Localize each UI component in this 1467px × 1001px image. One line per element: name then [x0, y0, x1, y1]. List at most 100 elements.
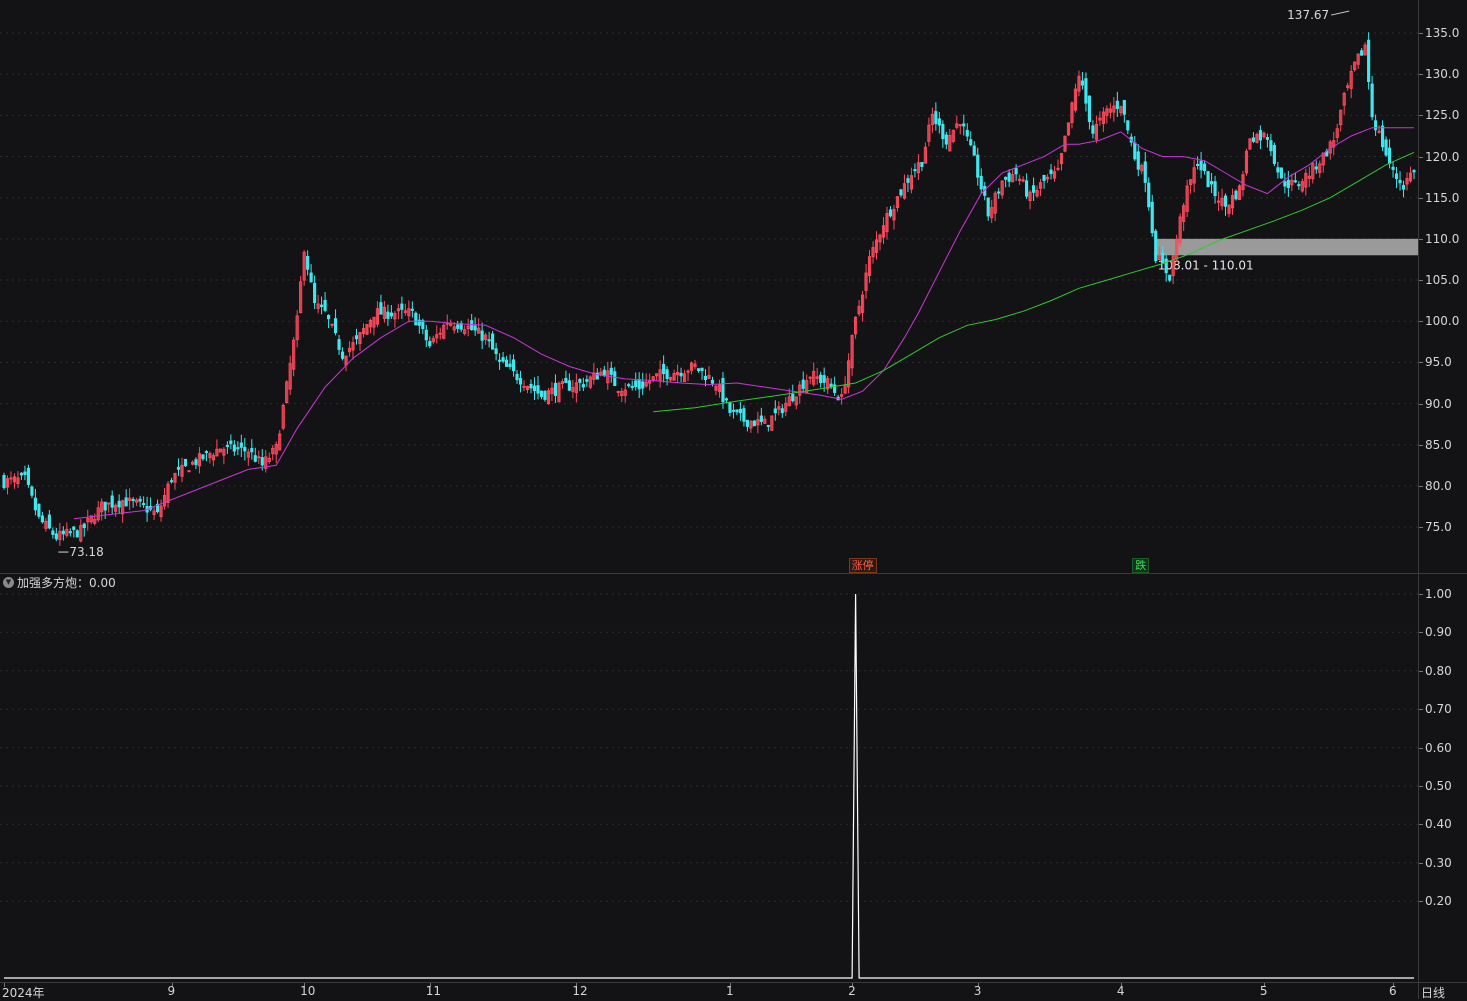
down-badge[interactable]: 跌: [1132, 558, 1150, 573]
down-candle: [354, 335, 359, 340]
up-candle: [616, 390, 620, 393]
down-candle: [518, 378, 523, 385]
down-candle: [728, 402, 732, 413]
candlestick-chart[interactable]: 108.01 - 110.01 137.67 73.18: [0, 0, 1418, 573]
down-candle: [829, 383, 833, 388]
down-candle: [225, 444, 229, 447]
limit-up-badge[interactable]: 涨停: [848, 558, 877, 573]
down-candle: [1203, 163, 1207, 172]
indicator-axis-label: 1.00: [1425, 587, 1452, 601]
down-candle: [138, 498, 142, 502]
down-candle: [333, 318, 338, 334]
down-candle: [72, 526, 76, 530]
down-candle: [766, 424, 770, 427]
down-candle: [1381, 125, 1385, 148]
indicator-axis-label: 0.40: [1425, 817, 1452, 832]
down-candle: [972, 145, 976, 156]
down-candle: [470, 320, 474, 331]
price-axis-label: 130.0: [1425, 67, 1460, 82]
down-candle: [103, 501, 107, 511]
indicator-tick: [1419, 632, 1423, 634]
up-candle: [1377, 130, 1381, 133]
indicator-tick: [1419, 670, 1423, 672]
down-candle: [738, 408, 742, 414]
time-axis-label: 2024年: [2, 986, 45, 1000]
down-candle: [1136, 151, 1140, 170]
ma-short-line: [73, 127, 1414, 520]
period-label[interactable]: 日线: [1421, 984, 1445, 1001]
down-candle: [1398, 179, 1402, 184]
down-candle: [480, 330, 484, 341]
time-axis-label: 6: [1389, 984, 1397, 998]
down-candle: [1265, 137, 1269, 140]
indicator-tick: [1419, 594, 1423, 595]
down-candle: [1007, 172, 1011, 182]
down-candle: [1025, 180, 1029, 197]
indicator-axis-label: 0.60: [1425, 740, 1452, 755]
indicator-axis-label: 0.30: [1425, 855, 1452, 870]
down-candle: [337, 339, 341, 350]
down-candle: [204, 451, 209, 454]
price-tick: [1419, 197, 1423, 199]
down-candle: [703, 375, 708, 381]
down-candle: [578, 379, 582, 383]
down-candle: [1286, 179, 1290, 188]
down-candle: [602, 369, 606, 377]
down-candle: [965, 129, 969, 137]
down-candle: [1031, 185, 1036, 193]
up-candle: [522, 385, 526, 388]
down-candle: [1251, 137, 1256, 142]
price-tick: [1419, 238, 1423, 240]
down-candle: [773, 408, 777, 414]
down-candle: [309, 272, 313, 283]
time-axis-label: 12: [572, 984, 588, 998]
down-candle: [1091, 125, 1095, 134]
down-candle: [253, 455, 257, 462]
down-candle: [1168, 274, 1172, 281]
up-candle: [257, 456, 261, 459]
indicator-axis-label: 0.80: [1425, 663, 1452, 678]
down-candle: [564, 377, 568, 384]
chevron-down-icon[interactable]: ▼: [3, 577, 14, 588]
down-candle: [759, 415, 763, 423]
down-candle: [1374, 120, 1378, 131]
down-candle: [1126, 120, 1130, 131]
down-candle: [979, 175, 983, 190]
indicator-chart[interactable]: [0, 574, 1418, 982]
down-candle: [627, 384, 631, 387]
down-candle: [1314, 166, 1318, 170]
down-candle: [1272, 145, 1276, 164]
down-candle: [934, 111, 938, 125]
price-axis[interactable]: 135.0 130.0 125.0 120.0 115.0 110.0 105.0 100.0…: [1419, 0, 1467, 573]
price-tick: [1419, 321, 1423, 323]
down-candle: [117, 500, 121, 508]
price-tick: [1419, 74, 1423, 76]
down-candle: [637, 378, 641, 390]
down-candle: [487, 339, 491, 342]
down-candle: [543, 390, 547, 400]
down-candle: [1080, 80, 1085, 86]
down-candle: [456, 324, 460, 329]
price-tick: [1419, 33, 1423, 35]
indicator-tick: [1419, 709, 1423, 711]
down-candle: [553, 382, 558, 396]
down-candle: [679, 372, 683, 377]
down-candle: [1394, 173, 1399, 179]
down-candle: [913, 169, 917, 172]
price-axis-label: 110.0: [1425, 231, 1460, 246]
indicator-gridlines: [0, 593, 1418, 902]
down-candle: [944, 134, 948, 145]
candles: [2, 32, 1416, 546]
down-candle: [1164, 258, 1168, 274]
down-candle: [1199, 160, 1203, 171]
down-candle: [581, 384, 585, 388]
indicator-title[interactable]: ▼ 加强多方炮：0.00: [3, 574, 116, 591]
price-axis-label: 95.0: [1425, 355, 1452, 370]
down-candle: [700, 367, 704, 372]
down-candle: [386, 311, 390, 319]
down-candle: [511, 359, 516, 372]
down-candle: [1147, 182, 1151, 208]
price-axis-label: 125.0: [1425, 108, 1460, 123]
down-candle: [724, 398, 729, 401]
indicator-axis[interactable]: 1.00 0.90 0.80 0.70 0.60 0.50 0.40 0.30 0.20: [1419, 574, 1467, 982]
